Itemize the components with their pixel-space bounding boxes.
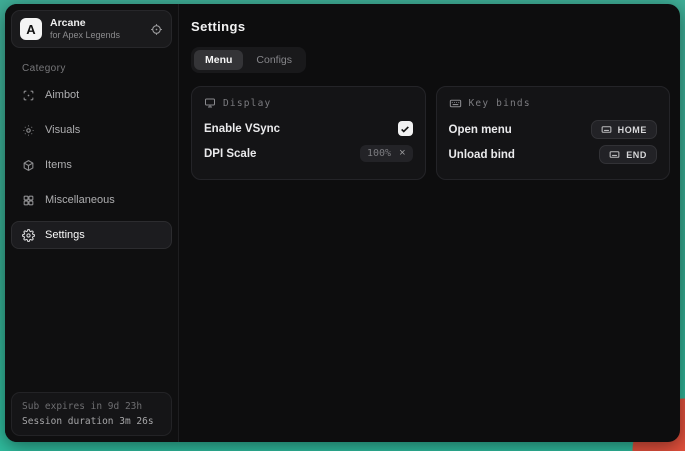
brand-text: Arcane for Apex Legends — [50, 17, 120, 41]
brand-subtitle: for Apex Legends — [50, 30, 120, 41]
keybinds-card-header: Key binds — [449, 97, 658, 110]
category-label: Category — [22, 63, 161, 74]
keyboard-icon — [601, 124, 612, 135]
open-menu-bind[interactable]: HOME — [591, 120, 657, 139]
settings-tabs: Menu Configs — [191, 47, 306, 73]
subscription-panel: Sub expires in 9d 23h Session duration 3… — [11, 392, 172, 436]
unload-bind-key: END — [626, 150, 647, 160]
tab-menu[interactable]: Menu — [194, 50, 243, 70]
unload-bind-label: Unload bind — [449, 149, 515, 161]
keybinds-card-title: Key binds — [469, 98, 531, 109]
sidebar-item-aimbot[interactable]: Aimbot — [11, 81, 172, 109]
session-duration-text: Session duration 3m 26s — [22, 416, 161, 427]
sidebar: A Arcane for Apex Legends Category — [5, 4, 179, 442]
brand-title: Arcane — [50, 17, 120, 30]
display-card: Display Enable VSync DPI Scale 100% × — [191, 86, 426, 180]
vsync-label: Enable VSync — [204, 123, 280, 135]
cube-icon — [22, 159, 35, 172]
sidebar-item-label: Settings — [45, 229, 85, 241]
app-window: A Arcane for Apex Legends Category — [5, 4, 680, 442]
open-menu-row: Open menu HOME — [449, 117, 658, 142]
display-card-header: Display — [204, 97, 413, 109]
sidebar-item-visuals[interactable]: Visuals — [11, 116, 172, 144]
sidebar-item-items[interactable]: Items — [11, 151, 172, 179]
page-title: Settings — [191, 19, 670, 34]
sidebar-item-settings[interactable]: Settings — [11, 221, 172, 249]
keyboard-icon — [449, 97, 462, 110]
brand-logo: A — [20, 18, 42, 40]
sidebar-item-label: Miscellaneous — [45, 194, 115, 206]
unload-bind-bind[interactable]: END — [599, 145, 657, 164]
grid-icon — [22, 194, 35, 207]
gear-icon — [22, 229, 35, 242]
sidebar-item-miscellaneous[interactable]: Miscellaneous — [11, 186, 172, 214]
check-icon — [400, 124, 410, 134]
monitor-icon — [204, 97, 216, 109]
keyboard-icon — [609, 149, 620, 160]
target-icon[interactable] — [150, 23, 163, 36]
dpi-scale-value: 100% — [367, 148, 391, 159]
sub-expiry-text: Sub expires in 9d 23h — [22, 401, 161, 412]
display-card-title: Display — [223, 98, 271, 109]
settings-cards: Display Enable VSync DPI Scale 100% × — [191, 86, 670, 180]
dpi-scale-input[interactable]: 100% × — [360, 145, 413, 162]
dpi-scale-row: DPI Scale 100% × — [204, 141, 413, 166]
keybinds-card: Key binds Open menu HOME Unload bin — [436, 86, 671, 180]
sidebar-item-label: Items — [45, 159, 72, 171]
sidebar-nav: Aimbot Visuals Items — [11, 81, 172, 249]
crosshair-icon — [22, 89, 35, 102]
sidebar-item-label: Aimbot — [45, 89, 79, 101]
dpi-scale-label: DPI Scale — [204, 148, 256, 160]
main-content: Settings Menu Configs Display Enable VSy… — [179, 4, 680, 442]
vsync-checkbox[interactable] — [398, 121, 413, 136]
sidebar-item-label: Visuals — [45, 124, 80, 136]
open-menu-bind-key: HOME — [618, 125, 647, 135]
vsync-row: Enable VSync — [204, 116, 413, 141]
focus-icon — [22, 124, 35, 137]
open-menu-label: Open menu — [449, 124, 512, 136]
clear-icon[interactable]: × — [399, 148, 405, 159]
tab-configs[interactable]: Configs — [245, 50, 303, 70]
unload-bind-row: Unload bind END — [449, 142, 658, 167]
brand-card: A Arcane for Apex Legends — [11, 10, 172, 48]
